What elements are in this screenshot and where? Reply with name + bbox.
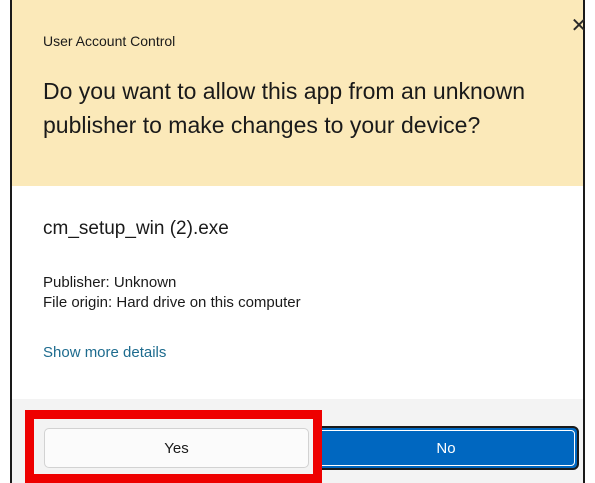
left-edge: [0, 0, 10, 483]
close-button[interactable]: ✕: [570, 16, 588, 36]
no-button-label: No: [436, 439, 456, 457]
app-name: cm_setup_win (2).exe: [43, 218, 229, 239]
window-border-right: [583, 0, 585, 483]
dialog-title: User Account Control: [43, 33, 176, 49]
highlight-annotation: [25, 410, 322, 483]
permission-question: Do you want to allow this app from an un…: [43, 78, 525, 138]
file-origin-info: File origin: Hard drive on this computer: [43, 294, 301, 311]
publisher-info: Publisher: Unknown: [43, 274, 177, 291]
uac-dialog: User Account Control ✕ Do you want to al…: [0, 0, 595, 483]
show-more-details-link[interactable]: Show more details: [43, 344, 166, 361]
no-button[interactable]: No: [313, 426, 579, 470]
close-icon: ✕: [570, 15, 588, 37]
